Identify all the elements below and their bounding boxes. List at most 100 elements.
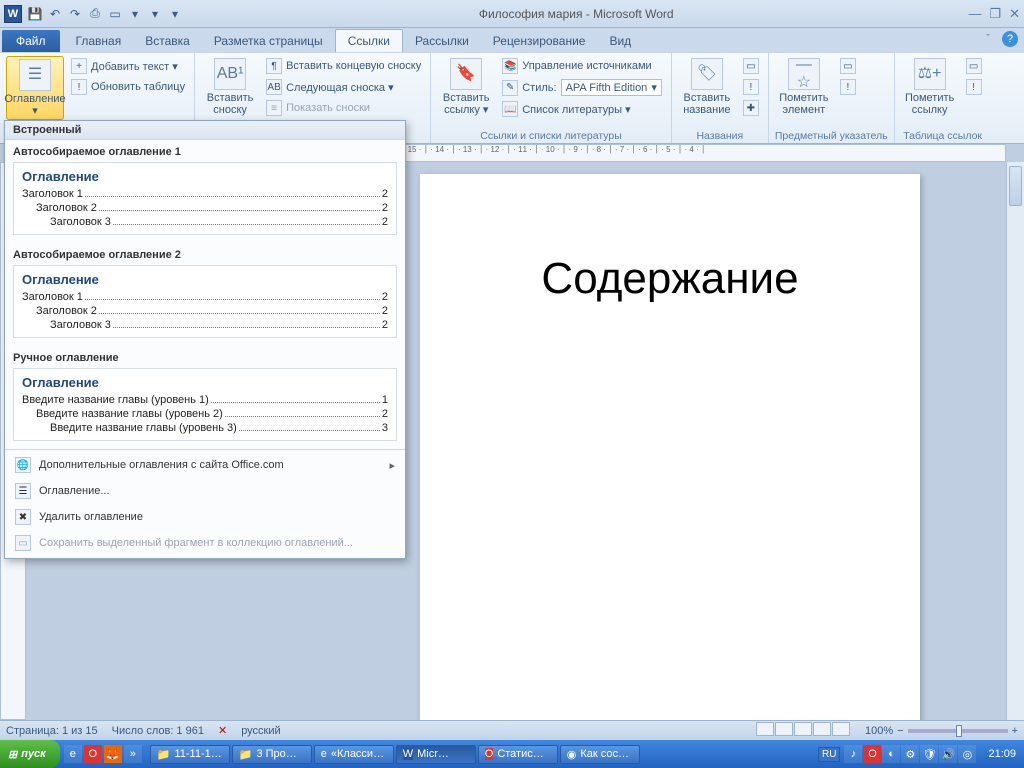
globe-icon: 🌐 [15,457,31,473]
minimize-button[interactable]: — [968,6,981,22]
preview-page-num: 2 [382,291,388,303]
update-table-button[interactable]: !Обновить таблицу [68,77,188,97]
insert-citation-label: Вставить ссылку ▾ [439,92,493,116]
task-item[interactable]: 📁3 Про… [232,745,312,764]
insert-footnote-button[interactable]: AB¹ Вставить сноску [201,56,259,118]
qat-extra2-icon[interactable]: ▾ [166,5,184,23]
more-from-office-command[interactable]: 🌐Дополнительные оглавления с сайта Offic… [5,452,405,478]
gallery-item-preview[interactable]: ОглавлениеВведите название главы (уровен… [13,368,397,441]
zoom-thumb[interactable] [956,725,962,737]
view-draft[interactable] [832,722,850,736]
tray-icon[interactable]: ♪ [844,745,862,763]
save-icon[interactable]: 💾 [26,5,44,23]
citation-style-dropdown[interactable]: ✎Стиль: APA Fifth Edition▾ [499,77,665,98]
tab-mailings[interactable]: Рассылки [403,30,481,52]
caption-opt1[interactable]: ▭ [740,56,762,76]
close-button[interactable]: ✕ [1009,6,1020,22]
status-page[interactable]: Страница: 1 из 15 [6,725,98,737]
caption-opt2[interactable]: ! [740,77,762,97]
view-outline[interactable] [813,722,831,736]
tab-file[interactable]: Файл [2,30,60,52]
remove-toc-label: Удалить оглавление [39,511,143,523]
qat-extra-icon[interactable]: ▾ [146,5,164,23]
ie-icon[interactable]: e [64,745,82,763]
toc-dialog-command[interactable]: ☰Оглавление... [5,478,405,504]
new-icon[interactable]: ▭ [106,5,124,23]
show-notes-button[interactable]: ≡Показать сноски [263,98,424,118]
tab-references[interactable]: Ссылки [335,29,403,52]
remove-toc-command[interactable]: ✖Удалить оглавление [5,504,405,530]
tray-icon[interactable]: 🔊 [939,745,957,763]
opt-icon: ✚ [743,100,759,116]
preview-heading: Оглавление [22,375,388,390]
bibliography-button[interactable]: 📖Список литературы ▾ [499,99,665,119]
tray-icon[interactable]: O [863,745,881,763]
tab-view[interactable]: Вид [597,30,643,52]
mark-entry-button[interactable]: —☆ Пометить элемент [775,56,833,118]
qat-dropdown-icon[interactable]: ▾ [126,5,144,23]
zoom-out-button[interactable]: − [897,725,903,737]
auth-opt2[interactable]: ! [963,77,985,97]
bibliography-label: Список литературы ▾ [522,103,630,116]
tray-icon[interactable]: ⚙ [901,745,919,763]
insert-caption-button[interactable]: 🏷 Вставить название [678,56,736,118]
toc-button[interactable]: ☰ Оглавление ▾ [6,56,64,120]
firefox-icon[interactable]: 🦊 [104,745,122,763]
task-item[interactable]: 📁11-11-1… [150,745,230,764]
tray-icon[interactable]: 🛡 [920,745,938,763]
quick-launch: e O 🦊 » [60,745,146,763]
view-full-screen[interactable] [775,722,793,736]
undo-icon[interactable]: ↶ [46,5,64,23]
minimize-ribbon-icon[interactable]: ˇ [980,31,996,47]
toc-dialog-label: Оглавление... [39,485,110,497]
taskbar-clock[interactable]: 21:09 [980,748,1024,760]
maximize-button[interactable]: ❐ [989,6,1001,22]
task-item[interactable]: OСтатис… [478,745,558,764]
zoom-label[interactable]: 100% [865,725,893,737]
ql-more-icon[interactable]: » [124,745,142,763]
status-language[interactable]: русский [241,725,280,737]
add-text-button[interactable]: +Добавить текст ▾ [68,56,188,76]
help-icon[interactable]: ? [1002,31,1018,47]
tray-icon[interactable]: ◎ [958,745,976,763]
insert-endnote-button[interactable]: ¶Вставить концевую сноску [263,56,424,76]
status-wordcount[interactable]: Число слов: 1 961 [112,725,204,737]
zoom-slider[interactable] [908,729,1008,733]
view-web[interactable] [794,722,812,736]
gallery-item-preview[interactable]: ОглавлениеЗаголовок 12Заголовок 22Заголо… [13,162,397,235]
manage-sources-button[interactable]: 📚Управление источниками [499,56,665,76]
gallery-item-title[interactable]: Ручное оглавление [5,346,405,366]
task-item[interactable]: ◉Как сос… [560,745,640,764]
document-page[interactable]: Содержание [420,174,920,720]
view-buttons [756,722,851,739]
auth-opt1[interactable]: ▭ [963,56,985,76]
gallery-item-title[interactable]: Автособираемое оглавление 2 [5,243,405,263]
caption-opt3[interactable]: ✚ [740,98,762,118]
view-print-layout[interactable] [756,722,774,736]
preview-row-text: Заголовок 1 [22,291,83,303]
tray-icon[interactable]: ◐ [882,745,900,763]
start-button[interactable]: ⊞пуск [0,740,60,768]
next-footnote-button[interactable]: ABСледующая сноска ▾ [263,77,424,97]
language-indicator[interactable]: RU [818,747,840,762]
gallery-item-preview[interactable]: ОглавлениеЗаголовок 12Заголовок 22Заголо… [13,265,397,338]
tab-insert[interactable]: Вставка [133,30,202,52]
style-icon: ✎ [502,80,518,96]
redo-icon[interactable]: ↷ [66,5,84,23]
insert-citation-button[interactable]: 🔖 Вставить ссылку ▾ [437,56,495,118]
task-item-word[interactable]: WMicr… [396,745,476,764]
tab-page-layout[interactable]: Разметка страницы [202,30,335,52]
task-item[interactable]: e«Класси… [314,745,394,764]
proofing-icon[interactable]: ✕ [218,724,227,737]
index-opt2[interactable]: ! [837,77,859,97]
index-opt1[interactable]: ▭ [837,56,859,76]
print-icon[interactable]: ⎙ [86,5,104,23]
opera-icon[interactable]: O [84,745,102,763]
gallery-item-title[interactable]: Автособираемое оглавление 1 [5,140,405,160]
tab-review[interactable]: Рецензирование [481,30,598,52]
scrollbar-thumb[interactable] [1009,166,1022,206]
tab-home[interactable]: Главная [64,30,134,52]
zoom-in-button[interactable]: + [1012,725,1018,737]
mark-citation-button[interactable]: ⚖+ Пометить ссылку [901,56,959,118]
vertical-scrollbar[interactable] [1006,162,1024,720]
